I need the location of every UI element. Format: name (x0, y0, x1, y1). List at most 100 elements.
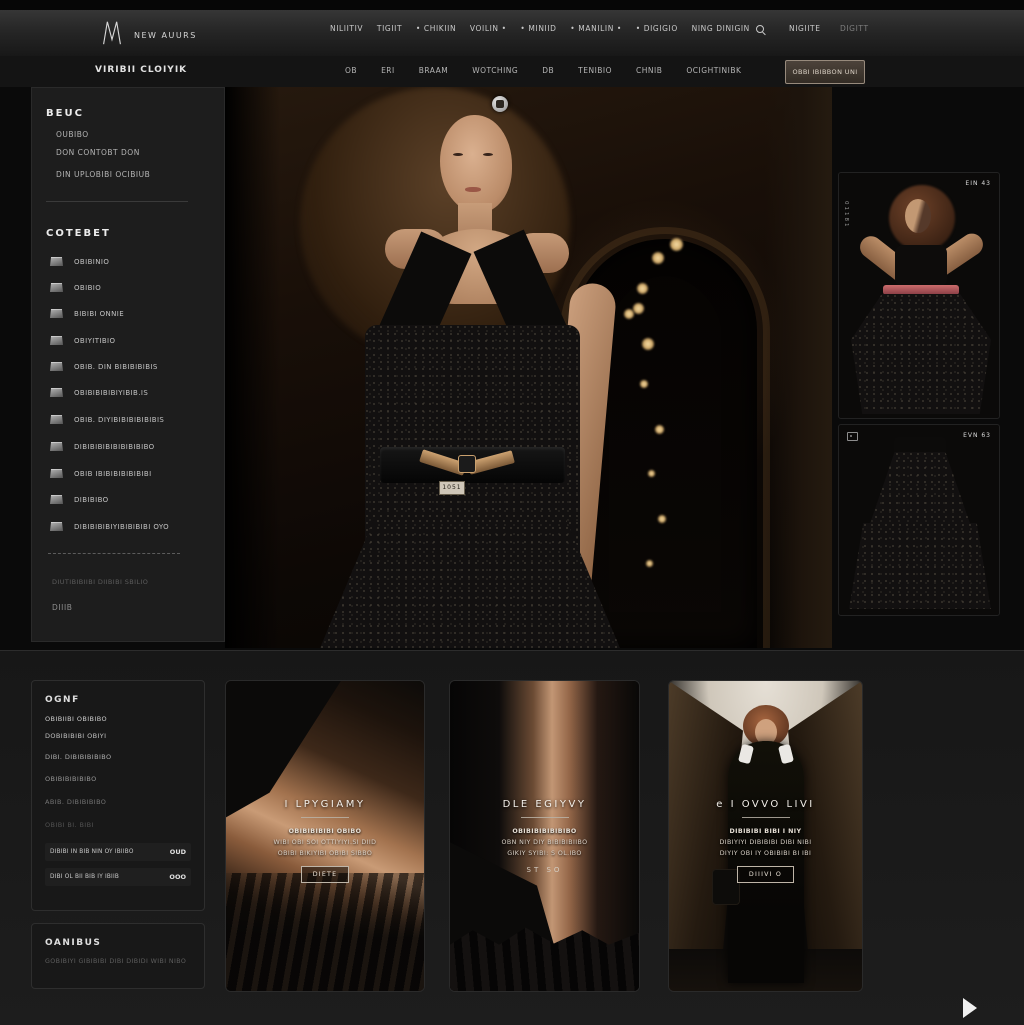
brand-name: NEW AUURS (134, 31, 197, 40)
nav-item-3[interactable]: VOILIN • (470, 24, 507, 33)
subnav-item-0[interactable]: OB (345, 66, 357, 75)
bokeh-light (648, 470, 655, 477)
sidebar-category-0[interactable]: OBIBINIO (50, 257, 210, 266)
subheader-links: OB ERI BRAAM WOTCHING DB TENIBIO CHNIB O… (345, 66, 741, 75)
nav-item-5[interactable]: • MANILIN • (570, 24, 622, 33)
brand-logo[interactable]: NEW AUURS (98, 18, 197, 52)
bokeh-light (655, 425, 664, 434)
subnav-item-2[interactable]: BRAAM (419, 66, 449, 75)
thumb2-corner-label: EVN 63 (963, 432, 991, 439)
sidebar-category-5[interactable]: OBIBIBIBIBIYIBIB.IS (50, 388, 210, 397)
sidebar-category-8[interactable]: OBIB IBIBIBIBIBIBIBI (50, 469, 210, 478)
bokeh-light (646, 560, 653, 567)
sidebar-category-7[interactable]: DIBIBIBIBIBIBIBIBIBO (50, 442, 210, 451)
sidebar-category-1[interactable]: OBIBIO (50, 283, 210, 292)
thumb1-top (895, 245, 947, 287)
card2-price: ST SO (527, 866, 563, 874)
nav-item-1[interactable]: TIGIIT (377, 24, 402, 33)
total-row-1[interactable]: DIBI OL BII BIB IY IBIIB OOO (45, 868, 191, 886)
bokeh-light (658, 515, 666, 523)
bokeh-light (633, 303, 644, 314)
secondary-link[interactable]: DIGITT (840, 24, 869, 33)
card-divider (742, 817, 790, 818)
card1-line-1: WIBI OBI SOI OTTIYIYI.SI DIID (274, 837, 377, 848)
product-card-2[interactable]: DLE EGIYVY OBIBIBIBIBIBIBO OBN NIY DIY B… (449, 680, 640, 992)
category-label: OBIYITIBIO (74, 337, 115, 345)
sidebar-category-10[interactable]: DIBIBIBIBIYIBIBIBIBI OYO (50, 522, 210, 531)
sidebar-category-2[interactable]: BIBIBI ONNIE (50, 309, 210, 318)
product-card-3[interactable]: e I OVVO LIVI DIBIBIBI BIBI I NIY DIBIYI… (668, 680, 863, 992)
nav-item-2[interactable]: • CHIKIIN (416, 24, 456, 33)
subnav-item-1[interactable]: ERI (381, 66, 395, 75)
subnav-item-4[interactable]: DB (542, 66, 554, 75)
nav-item-6[interactable]: • DIGIGIO (636, 24, 678, 33)
category-label: OBIB. DIYIBIBIBIBIBIBIS (74, 416, 164, 424)
thumb1-waistband (883, 285, 959, 295)
card1-details-button[interactable]: DIETE (301, 866, 350, 883)
belt-tag: 1051 (439, 481, 465, 495)
total-row-0[interactable]: DIBIBI IN BIB NIN OY IBIIBO OUD (45, 843, 191, 861)
subheader-cta-button[interactable]: OBBI IBIBBON UNI (785, 60, 865, 84)
thumb2-skirt-tier (867, 452, 973, 532)
panel2-text: GOBIBIYI GIBIBIBI DIBI DIBIDI WIBI NIBO (45, 958, 191, 965)
panel-item-0[interactable]: OBIBIIBI OBIBIBO (45, 715, 191, 723)
bokeh-light (642, 338, 654, 350)
total-label: DIBIBI IN BIB NIN OY IBIIBO (50, 849, 134, 855)
search-icon[interactable] (756, 25, 766, 35)
belt-knot (458, 455, 476, 473)
main-nav: NILIITIV TIGIIT • CHIKIIN VOILIN • • MIN… (330, 24, 750, 33)
basket-icon (50, 522, 63, 531)
sidebar-link-1[interactable]: DON CONTOBT DON (56, 148, 140, 157)
basket-icon (50, 442, 63, 451)
thumb1-corner-label: EIN 43 (965, 180, 991, 187)
sidebar-footer-link[interactable]: DIIIB (52, 603, 73, 612)
panel-item-5[interactable]: OBIBI BI. BIBI (45, 821, 191, 829)
panel-item-4[interactable]: ABIB. DIBIBIBIBO (45, 798, 191, 806)
pillar (765, 87, 832, 648)
account-link[interactable]: NIGIITE (789, 24, 821, 33)
panel-item-3[interactable]: OBIBIBIBIBIBO (45, 775, 191, 783)
card1-ruffle (226, 873, 424, 991)
sidebar-link-0[interactable]: OUBIBO (56, 130, 89, 139)
subnav-item-3[interactable]: WOTCHING (472, 66, 518, 75)
sidebar-divider (46, 201, 188, 202)
summary-panel: OGNF OBIBIIBI OBIBIBO DOBIBIBIBI OBIYI D… (31, 680, 205, 911)
hero-image[interactable]: 1051 (225, 87, 832, 648)
nav-item-0[interactable]: NILIITIV (330, 24, 363, 33)
subheader-brand: VIRIBII CLOIYIK (95, 65, 187, 75)
category-label: BIBIBI ONNIE (74, 310, 124, 318)
category-label: DIBIBIBIBIBIBIBIBIBO (74, 443, 155, 451)
sidebar-section2-title: COTEBET (46, 228, 111, 239)
category-label: DIBIBIBIBIYIBIBIBIBI OYO (74, 523, 169, 531)
subnav-item-5[interactable]: TENIBIO (578, 66, 612, 75)
panel-item-1[interactable]: DOBIBIBIBI OBIYI (45, 732, 191, 740)
card3-line-2: DIYIY OBI IY OBIBIBI BI IBI (720, 848, 812, 859)
product-thumbnail-2[interactable]: EVN 63 (838, 424, 1000, 616)
basket-icon (50, 336, 63, 345)
basket-icon (50, 388, 63, 397)
sidebar-category-4[interactable]: OBIB. DIN BIBIBIBIBIS (50, 362, 210, 371)
sidebar-link-2[interactable]: DIN UPLOBIBI OCIBIUB (56, 170, 150, 179)
category-label: DIBIBIBO (74, 496, 109, 504)
subnav-item-6[interactable]: CHNIB (636, 66, 662, 75)
basket-icon (50, 283, 63, 292)
panel2-title: OANIBUS (45, 938, 191, 948)
panel-item-2[interactable]: DIBI. DIBIBIBIBIBO (45, 753, 191, 761)
next-arrow-button[interactable] (963, 998, 977, 1018)
card3-details-button[interactable]: DIIIVI O (737, 866, 794, 883)
card2-line-1: OBN NIY DIY BIBIBIBIIBO (502, 837, 588, 848)
nav-item-7[interactable]: NING DINIGIN (692, 24, 750, 33)
product-thumbnail-1[interactable]: EIN 43 01181 (838, 172, 1000, 419)
basket-icon (50, 257, 63, 266)
sidebar-category-9[interactable]: DIBIBIBO (50, 495, 210, 504)
sidebar-category-6[interactable]: OBIB. DIYIBIBIBIBIBIBIS (50, 415, 210, 424)
bokeh-light (637, 283, 648, 294)
sidebar-section1-title: BEUC (46, 108, 84, 119)
basket-icon (50, 362, 63, 371)
total-value: OUD (170, 848, 186, 856)
card2-line-0: OBIBIBIBIBIBIBO (512, 826, 576, 837)
product-card-1[interactable]: I LPYGIAMY OBIBIBIBIBI OBIBO WIBI OBI SO… (225, 680, 425, 992)
nav-item-4[interactable]: • MINIID (520, 24, 556, 33)
sidebar-category-3[interactable]: OBIYITIBIO (50, 336, 210, 345)
subnav-item-7[interactable]: OCIGHTINIBK (686, 66, 741, 75)
